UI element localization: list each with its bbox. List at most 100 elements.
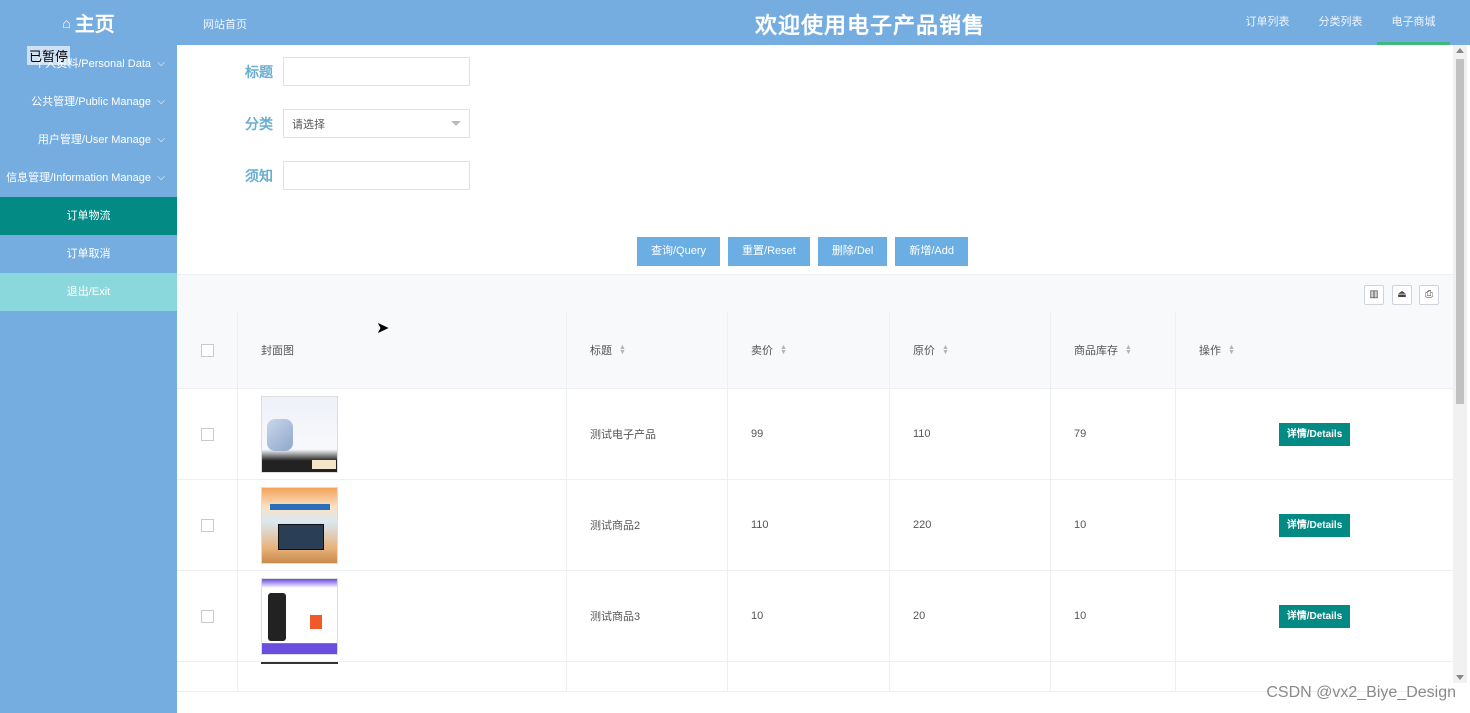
header-title: 标题 [590, 345, 612, 357]
row-checkbox-cell [177, 662, 238, 691]
nav-category-list[interactable]: 分类列表 [1304, 0, 1377, 45]
nav-electronics-mall[interactable]: 电子商城 [1377, 0, 1450, 45]
sidebar-item-user-manage[interactable]: 用户管理/User Manage ⌵ [0, 121, 177, 159]
table-row: 测试商品3 10 20 10 详情/Details [177, 571, 1453, 662]
price-tag-graphic [312, 459, 336, 469]
sidebar-item-label: 用户管理/User Manage [37, 134, 151, 146]
sidebar-item-label: 信息管理/Information Manage [6, 172, 151, 184]
sort-icon[interactable]: ▲ ▼ [619, 344, 626, 356]
action-cell: 详情/Details [1176, 571, 1453, 661]
badge-graphic [310, 614, 322, 629]
title-field-row: 标题 [245, 57, 470, 86]
add-button[interactable]: 新增/Add [895, 237, 969, 266]
product-thumbnail[interactable] [261, 577, 338, 655]
original-price-cell: 220 [890, 480, 1051, 570]
sort-icon[interactable]: ▲ ▼ [1228, 344, 1235, 356]
row-checkbox[interactable] [201, 609, 214, 623]
notice-label: 须知 [245, 167, 273, 184]
top-header: ⌂ 主页 网站首页 欢迎使用电子产品销售 订单列表 分类列表 电子商城 [0, 0, 1470, 45]
title-cell: 测试商品2 [567, 480, 728, 570]
cover-cell [238, 662, 567, 691]
nav-order-list[interactable]: 订单列表 [1231, 0, 1304, 45]
caret-down-icon [451, 121, 461, 126]
header-cell[interactable]: 卖价 ▲ ▼ [728, 312, 890, 388]
sort-icon[interactable]: ▲ ▼ [1125, 344, 1132, 356]
details-button[interactable]: 详情/Details [1278, 422, 1351, 446]
stock-cell [1051, 662, 1176, 691]
product-thumbnail[interactable] [261, 662, 338, 682]
reset-button[interactable]: 重置/Reset [728, 237, 810, 266]
category-label: 分类 [245, 115, 273, 132]
columns-icon[interactable]: ▥ [1364, 285, 1384, 305]
title-cell: 测试电子产品 [567, 389, 728, 479]
chevron-down-icon: ⌵ [157, 96, 165, 107]
row-checkbox[interactable] [201, 518, 214, 532]
delete-button[interactable]: 删除/Del [817, 237, 888, 266]
top-nav: 订单列表 分类列表 电子商城 [1231, 0, 1450, 45]
header-stock: 商品库存 [1074, 345, 1118, 357]
row-checkbox[interactable] [201, 427, 214, 441]
details-button[interactable]: 详情/Details [1278, 513, 1351, 537]
notice-input[interactable] [283, 161, 470, 190]
action-cell: 详情/Details [1176, 389, 1453, 479]
sidebar-item-exit[interactable]: 退出/Exit [0, 273, 177, 311]
print-icon[interactable]: ⎙ [1419, 285, 1439, 305]
sidebar: 个人资料/Personal Data ⌵ 公共管理/Public Manage … [0, 45, 177, 713]
watermark: CSDN @vx2_Biye_Design [1266, 684, 1456, 701]
paused-overlay: 已暂停 [27, 46, 71, 65]
mouse-cursor-icon: ➤ [376, 320, 390, 337]
product-thumbnail[interactable] [261, 395, 338, 473]
category-field-row: 分类 请选择 [245, 109, 470, 138]
row-checkbox-cell [177, 389, 238, 479]
price-cell: 10 [728, 571, 890, 661]
original-price-cell: 110 [890, 389, 1051, 479]
title-label: 标题 [245, 63, 273, 80]
header-cell[interactable]: 标题 ▲ ▼ [567, 312, 728, 388]
header-cover: 封面图 [261, 345, 294, 357]
notice-field-row: 须知 [245, 161, 470, 190]
row-checkbox-cell [177, 571, 238, 661]
header-cell[interactable]: 原价 ▲ ▼ [890, 312, 1051, 388]
table-toolbar: ▥ ⏏ ⎙ [177, 274, 1453, 312]
header-price: 卖价 [751, 345, 773, 357]
header-cell[interactable]: 操作 ▲ ▼ [1176, 312, 1453, 388]
cover-cell [238, 480, 567, 570]
export-icon[interactable]: ⏏ [1392, 285, 1412, 305]
table-row: 测试商品2 110 220 10 详情/Details [177, 480, 1453, 571]
select-all-checkbox[interactable] [201, 343, 214, 357]
scroll-up-icon[interactable] [1456, 48, 1464, 53]
sidebar-item-public-manage[interactable]: 公共管理/Public Manage ⌵ [0, 83, 177, 121]
title-input[interactable] [283, 57, 470, 86]
title-cell: 测试商品3 [567, 571, 728, 661]
scroll-down-icon[interactable] [1456, 675, 1464, 680]
stock-cell: 79 [1051, 389, 1176, 479]
chevron-down-icon: ⌵ [157, 58, 165, 69]
original-price-cell [890, 662, 1051, 691]
price-cell: 110 [728, 480, 890, 570]
sidebar-item-order-logistics[interactable]: 订单物流 [0, 197, 177, 235]
cover-cell [238, 389, 567, 479]
sidebar-item-information-manage[interactable]: 信息管理/Information Manage ⌵ [0, 159, 177, 197]
vertical-scrollbar[interactable] [1453, 45, 1467, 683]
table-row [177, 662, 1453, 692]
original-price-cell: 20 [890, 571, 1051, 661]
sort-icon[interactable]: ▲ ▼ [942, 344, 949, 356]
title-cell [567, 662, 728, 691]
stock-cell: 10 [1051, 480, 1176, 570]
table-header: 封面图 标题 ▲ ▼ 卖价 ▲ ▼ 原价 ▲ ▼ 商品库存 ▲ ▼ 操作 ▲ ▼ [177, 312, 1453, 389]
banner-graphic [270, 503, 330, 510]
header-original-price: 原价 [913, 345, 935, 357]
action-buttons: 查询/Query 重置/Reset 删除/Del 新增/Add [637, 237, 976, 266]
product-thumbnail[interactable] [261, 486, 338, 564]
scrollbar-thumb[interactable] [1456, 59, 1464, 404]
details-button[interactable]: 详情/Details [1278, 604, 1351, 628]
phone-graphic [268, 592, 286, 641]
sidebar-item-order-cancel[interactable]: 订单取消 [0, 235, 177, 273]
sort-icon[interactable]: ▲ ▼ [780, 344, 787, 356]
chevron-down-icon: ⌵ [157, 134, 165, 145]
category-select-value: 请选择 [292, 118, 325, 131]
header-cell[interactable]: 商品库存 ▲ ▼ [1051, 312, 1176, 388]
query-button[interactable]: 查询/Query [637, 237, 721, 266]
category-select[interactable]: 请选择 [283, 109, 470, 138]
price-cell: 99 [728, 389, 890, 479]
